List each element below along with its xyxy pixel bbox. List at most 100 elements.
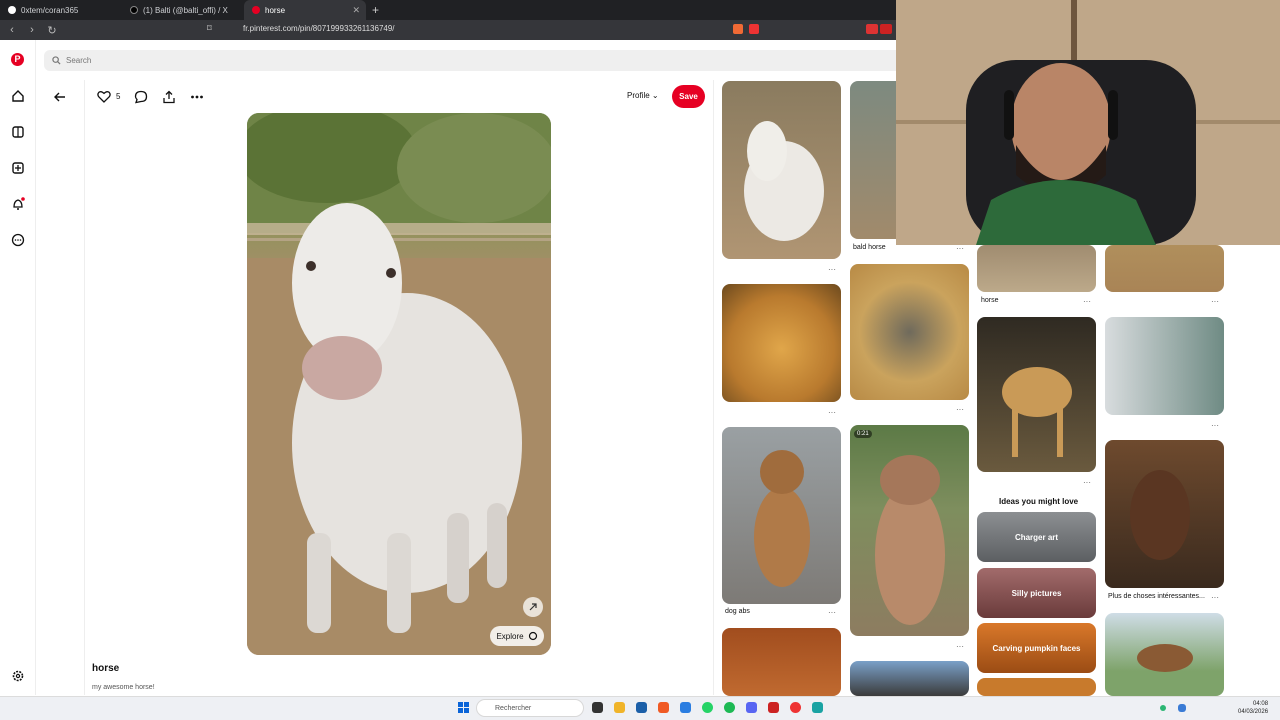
horse-photo (247, 113, 551, 655)
clock-date: 04/03/2026 (1238, 709, 1269, 715)
pin-caption: bald horse (853, 244, 886, 251)
webcam-overlay (896, 0, 1280, 245)
profile-label: Profile (627, 91, 650, 100)
back-arrow-icon[interactable]: ‹ (4, 24, 20, 36)
brave-browser-icon[interactable] (658, 702, 669, 713)
app-icon[interactable] (680, 702, 691, 713)
spotify-icon[interactable] (724, 702, 735, 713)
discord-icon[interactable] (746, 702, 757, 713)
expand-icon (529, 603, 537, 611)
related-pin-white-horse[interactable] (722, 81, 841, 259)
expand-image-button[interactable] (523, 597, 543, 617)
pin-image[interactable] (247, 113, 551, 655)
pin-caption: Plus de choses intéressantes... (1108, 593, 1205, 600)
pin-more-icon[interactable]: ··· (1083, 478, 1091, 487)
pin-title: horse (92, 663, 120, 674)
tray-icon[interactable] (1178, 704, 1186, 712)
x-icon (130, 6, 138, 14)
tab-horse[interactable]: horse ✕ (244, 0, 366, 20)
related-pin[interactable] (1105, 245, 1224, 292)
search-icon (52, 56, 61, 65)
app-icon[interactable] (812, 702, 823, 713)
tab-github[interactable]: 0xtem/coran365 (0, 0, 122, 20)
explore-icon[interactable] (11, 125, 25, 139)
warning-icon[interactable] (749, 24, 759, 34)
back-arrow-icon[interactable] (53, 90, 67, 104)
related-pin-brown-horse[interactable] (1105, 613, 1224, 696)
clock-time: 04:08 (1253, 701, 1269, 707)
related-pin-rhino[interactable] (850, 264, 969, 400)
app-icon[interactable] (790, 702, 801, 713)
save-button[interactable]: Save (672, 85, 705, 108)
idea-charger-art[interactable]: Charger art (977, 512, 1096, 562)
related-pin-camel-dog[interactable] (977, 317, 1096, 472)
brave-shield-icon[interactable] (733, 24, 743, 34)
file-explorer-icon[interactable] (614, 702, 625, 713)
related-pin-monkey[interactable] (1105, 317, 1224, 415)
idea-carving-pumpkin-faces[interactable]: Carving pumpkin faces (977, 623, 1096, 673)
tab-label: (1) Balti (@balti_offi) / X (143, 5, 228, 15)
idea-tile[interactable] (977, 678, 1096, 696)
related-pin[interactable] (850, 661, 969, 696)
explore-button[interactable]: Explore (490, 626, 544, 646)
related-pin-horse-chair[interactable] (1105, 440, 1224, 588)
address-bar[interactable]: fr.pinterest.com/pin/807199933261136749/ (243, 24, 395, 33)
chevron-down-icon: ⌄ (651, 91, 659, 100)
more-options-icon[interactable] (190, 90, 204, 104)
extension-icon[interactable] (880, 24, 892, 34)
comment-icon[interactable] (134, 90, 148, 104)
pin-more-icon[interactable]: ··· (828, 265, 836, 274)
create-icon[interactable] (11, 161, 25, 175)
like-button[interactable]: 5 (97, 90, 120, 103)
idea-silly-pictures[interactable]: Silly pictures (977, 568, 1096, 618)
pin-more-icon[interactable]: ··· (1083, 297, 1091, 306)
pin-more-icon[interactable]: ··· (1211, 593, 1219, 602)
pin-more-icon[interactable]: ··· (1211, 421, 1219, 430)
like-count: 5 (116, 92, 121, 101)
messages-icon[interactable] (11, 233, 25, 247)
extension-icon[interactable] (866, 24, 878, 34)
related-pin-horse-head[interactable] (722, 628, 841, 696)
pin-more-icon[interactable]: ··· (956, 244, 964, 253)
app-icon[interactable] (768, 702, 779, 713)
pin-more-icon[interactable]: ··· (956, 405, 964, 414)
pin-more-icon[interactable]: ··· (828, 608, 836, 617)
system-clock[interactable]: 04:08 04/03/2026 (1238, 700, 1268, 716)
close-tab-icon[interactable]: ✕ (352, 5, 360, 16)
forward-arrow-icon[interactable]: › (24, 24, 40, 36)
taskbar-search-input[interactable]: Rechercher (476, 699, 584, 717)
pin-thumbnail (1130, 470, 1190, 560)
bookmark-icon[interactable]: ⌑ (207, 23, 212, 34)
new-tab-button[interactable]: + (372, 3, 379, 17)
related-pin-horse[interactable] (977, 245, 1096, 292)
profile-board-dropdown[interactable]: Profile ⌄ (627, 91, 659, 100)
whatsapp-icon[interactable] (702, 702, 713, 713)
pin-more-icon[interactable]: ··· (956, 642, 964, 651)
video-duration-badge: 0:21 (854, 430, 872, 438)
pin-thumbnail (744, 121, 824, 241)
windows-start-icon[interactable] (458, 702, 469, 713)
taskbar-search-placeholder: Rechercher (495, 704, 532, 712)
notifications-bell-icon[interactable] (11, 197, 25, 211)
store-icon[interactable] (636, 702, 647, 713)
settings-gear-icon[interactable] (11, 669, 25, 683)
search-placeholder: Search (66, 56, 92, 65)
reload-icon[interactable]: ↻ (44, 24, 60, 37)
status-icon[interactable] (1160, 705, 1166, 711)
pin-thumbnail (875, 455, 945, 625)
related-pin-dog-abs[interactable] (722, 427, 841, 604)
pin-more-icon[interactable]: ··· (1211, 297, 1219, 306)
pin-description: my awesome horse! (92, 684, 155, 691)
home-icon[interactable] (11, 89, 25, 103)
tab-x[interactable]: (1) Balti (@balti_offi) / X (122, 0, 244, 20)
pin-thumbnail (754, 450, 810, 587)
related-pin-bulldog-video[interactable] (850, 425, 969, 636)
task-view-icon[interactable] (592, 702, 603, 713)
visual-search-icon (528, 631, 537, 641)
pinterest-logo-icon[interactable]: P (11, 53, 24, 66)
pin-thumbnail (1002, 367, 1072, 457)
related-pin-lion[interactable] (722, 284, 841, 402)
pin-more-icon[interactable]: ··· (828, 408, 836, 417)
search-input[interactable]: Search (44, 50, 904, 71)
share-icon[interactable] (162, 90, 176, 104)
